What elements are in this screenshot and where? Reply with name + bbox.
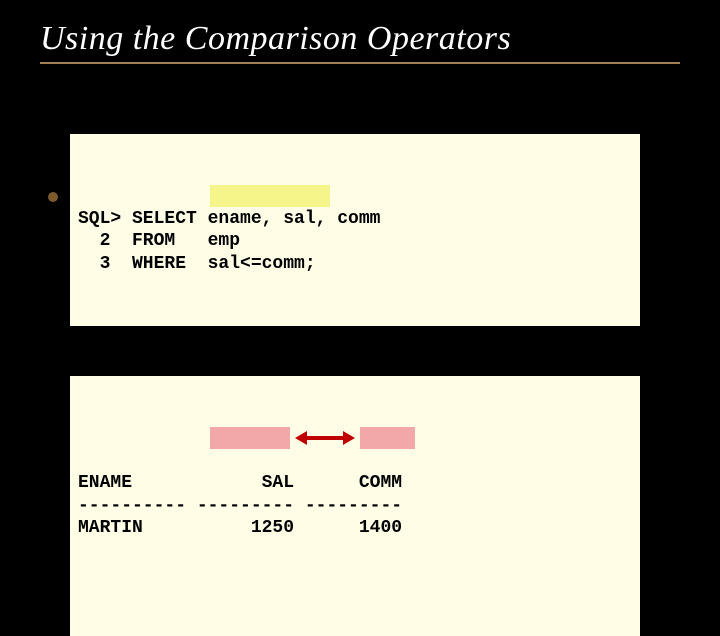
arrow-icon [295, 431, 360, 544]
highlight-condition [210, 185, 330, 207]
query-line-3: 3 WHERE sal<=comm; [78, 254, 316, 274]
page-title: Using the Comparison Operators [40, 20, 680, 58]
query-text: SQL> SELECT ename, sal, comm 2 FROM emp … [78, 208, 632, 276]
title-underline [40, 62, 680, 64]
sql-result-block: ENAME SAL COMM ---------- --------- ----… [70, 376, 640, 636]
query-line-2: 2 FROM emp [78, 231, 240, 251]
query-line-1: SQL> SELECT ename, sal, comm [78, 209, 380, 229]
sql-query-block: SQL> SELECT ename, sal, comm 2 FROM emp … [70, 134, 640, 326]
highlight-comm-value [360, 427, 415, 449]
slide: Using the Comparison Operators SQL> SELE… [0, 0, 720, 540]
highlight-sal-value [210, 427, 290, 449]
bullet-icon [48, 192, 58, 202]
